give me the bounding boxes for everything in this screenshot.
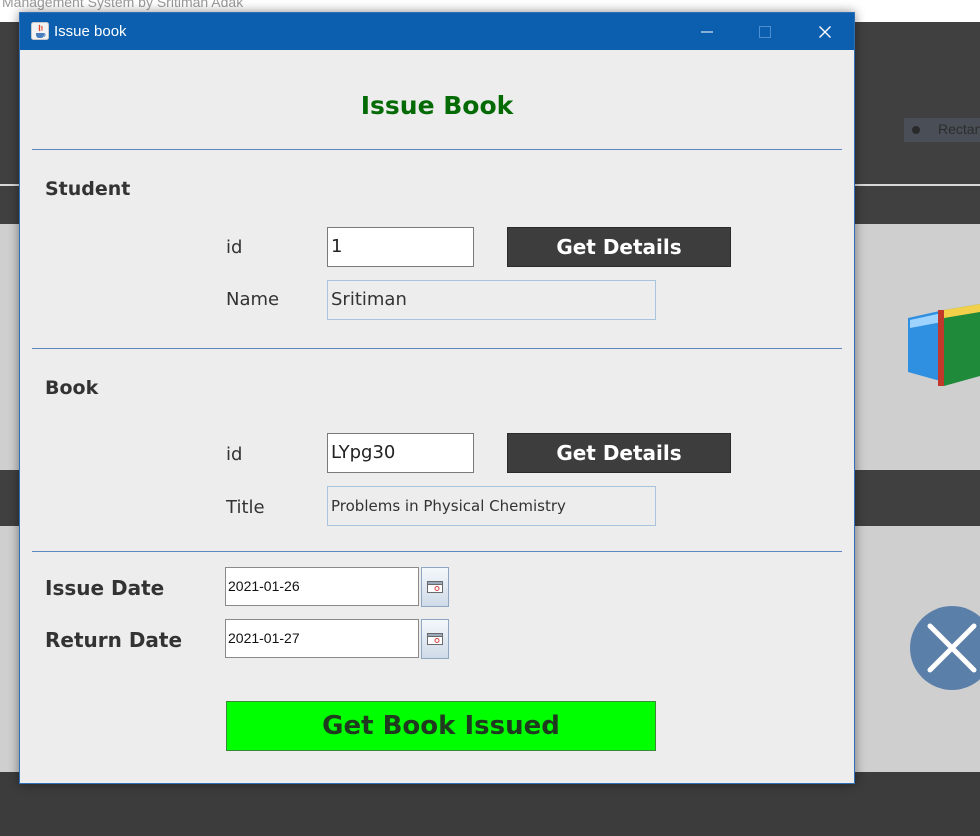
maximize-icon (759, 25, 771, 38)
book-id-label: id (226, 444, 243, 465)
return-date-label: Return Date (45, 628, 183, 652)
issue-date-input[interactable]: 2021-01-26 (225, 567, 419, 606)
book-title-label: Title (226, 497, 265, 518)
minimize-button[interactable] (678, 13, 736, 50)
book-icon[interactable] (904, 302, 980, 392)
calendar-icon (427, 633, 443, 645)
book-get-details-button[interactable]: Get Details (507, 433, 731, 473)
issue-date-picker-button[interactable] (421, 567, 449, 607)
page-title: Issue Book (360, 91, 514, 120)
book-id-input[interactable]: LYpg30 (327, 433, 474, 473)
issue-date-label: Issue Date (45, 576, 165, 600)
section-divider (32, 149, 842, 150)
background-window-title: Management System by Sritiman Adak (2, 0, 244, 10)
background-toolbar-label: Rectangle (938, 121, 980, 137)
student-name-label: Name (226, 289, 280, 310)
return-date-picker-button[interactable] (421, 619, 449, 659)
student-get-details-button[interactable]: Get Details (507, 227, 731, 267)
book-title-field: Problems in Physical Chemistry (327, 486, 656, 526)
minimize-icon (701, 31, 713, 32)
dialog-title: Issue book (54, 23, 127, 40)
student-id-input[interactable]: 1 (327, 227, 474, 267)
section-divider (32, 348, 842, 349)
book-section-label: Book (45, 377, 99, 399)
issue-book-dialog: Issue book Issue Book Student id 1 Get D… (19, 12, 855, 784)
maximize-button[interactable] (736, 13, 794, 50)
close-button[interactable] (796, 13, 854, 50)
student-section-label: Student (45, 178, 131, 200)
section-divider (32, 551, 842, 552)
return-date-input[interactable]: 2021-01-27 (225, 619, 419, 658)
student-id-label: id (226, 237, 243, 258)
title-bar[interactable]: Issue book (20, 13, 854, 50)
student-name-field: Sritiman (327, 280, 656, 320)
background-toolbar-dot-icon (912, 126, 920, 134)
calendar-icon (427, 581, 443, 593)
get-book-issued-button[interactable]: Get Book Issued (226, 701, 656, 751)
java-icon (31, 22, 49, 40)
close-icon (819, 25, 831, 38)
close-circle-icon[interactable] (908, 606, 980, 696)
